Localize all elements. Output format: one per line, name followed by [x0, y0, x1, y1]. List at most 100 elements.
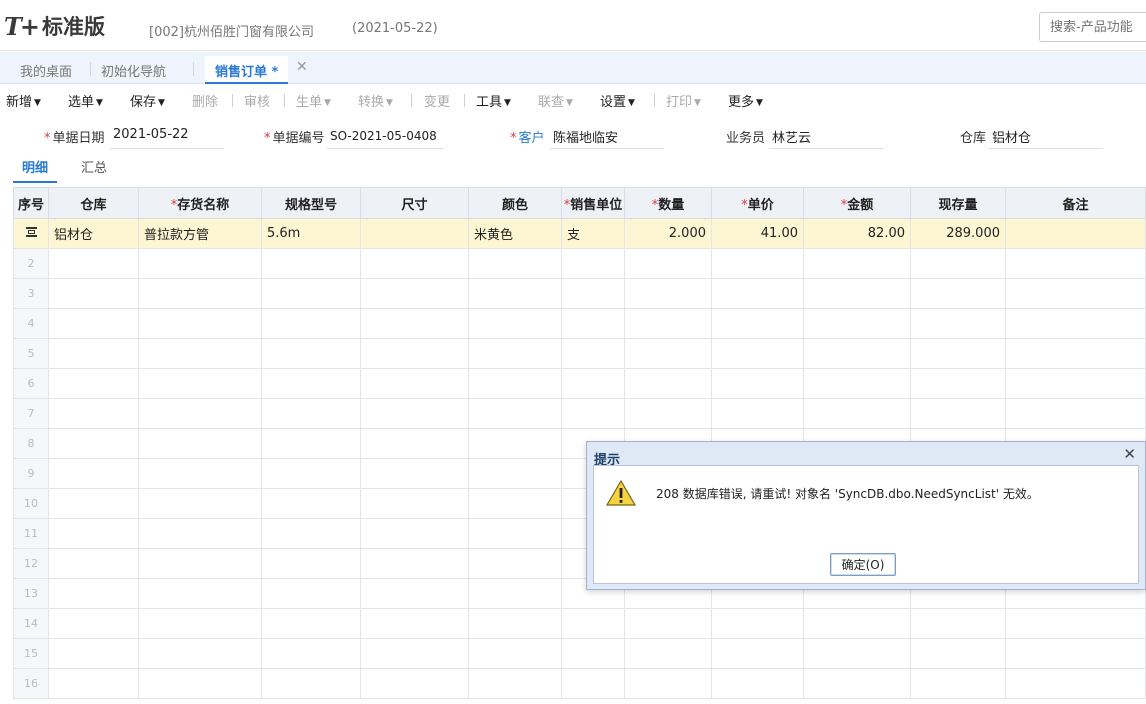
grid-cell[interactable] [138, 338, 262, 369]
close-icon[interactable]: ✕ [1123, 445, 1136, 463]
grid-cell[interactable] [48, 518, 139, 549]
grid-cell[interactable] [138, 608, 262, 639]
grid-cell[interactable] [261, 518, 361, 549]
table-row[interactable]: 16 [13, 668, 1146, 699]
grid-cell[interactable] [360, 248, 469, 279]
grid-cell[interactable] [261, 458, 361, 489]
grid-cell[interactable] [138, 398, 262, 429]
table-row[interactable]: 6 [13, 368, 1146, 399]
subtab-summary[interactable]: 汇总 [81, 157, 107, 176]
grid-cell[interactable] [1005, 668, 1146, 699]
grid-cell[interactable] [1005, 308, 1146, 339]
grid-cell[interactable] [1005, 278, 1146, 309]
grid-cell[interactable] [468, 578, 562, 609]
grid-cell[interactable] [1005, 608, 1146, 639]
more-button[interactable]: 更多 ▼ [728, 91, 763, 110]
grid-cell[interactable] [468, 608, 562, 639]
grid-cell[interactable] [360, 338, 469, 369]
grid-cell[interactable] [261, 548, 361, 579]
grid-cell[interactable] [711, 278, 804, 309]
grid-cell[interactable] [138, 308, 262, 339]
table-row[interactable]: 14 [13, 608, 1146, 639]
grid-cell[interactable] [624, 668, 712, 699]
print-button[interactable]: 打印 ▼ [666, 91, 701, 110]
grid-cell[interactable] [48, 488, 139, 519]
salesperson-input[interactable]: 林艺云 [769, 127, 883, 149]
table-row[interactable]: 2 [13, 248, 1146, 279]
grid-cell[interactable] [624, 398, 712, 429]
grid-cell[interactable] [624, 608, 712, 639]
grid-cell[interactable] [48, 638, 139, 669]
table-row[interactable]: 3 [13, 278, 1146, 309]
grid-cell[interactable] [138, 638, 262, 669]
grid-cell[interactable] [910, 668, 1006, 699]
grid-cell[interactable] [48, 458, 139, 489]
grid-cell[interactable] [803, 668, 911, 699]
grid-cell[interactable] [138, 668, 262, 699]
grid-cell[interactable] [711, 368, 804, 399]
grid-cell[interactable] [138, 488, 262, 519]
grid-cell[interactable] [910, 638, 1006, 669]
cell-item-name[interactable]: 普拉款方管 [138, 218, 262, 249]
table-row[interactable]: 5 [13, 338, 1146, 369]
audit-button[interactable]: 审核 [244, 91, 270, 110]
customer-label[interactable]: 客户 [519, 131, 545, 146]
cell-size[interactable] [360, 218, 469, 249]
close-icon[interactable]: ✕ [296, 59, 308, 75]
grid-cell[interactable] [711, 608, 804, 639]
grid-cell[interactable] [910, 608, 1006, 639]
grid-cell[interactable] [48, 278, 139, 309]
grid-cell[interactable] [803, 398, 911, 429]
grid-cell[interactable] [360, 608, 469, 639]
grid-cell[interactable] [468, 458, 562, 489]
grid-cell[interactable] [711, 248, 804, 279]
generate-button[interactable]: 生单 ▼ [296, 91, 331, 110]
grid-cell[interactable] [803, 248, 911, 279]
new-button[interactable]: 新增 ▼ [6, 91, 41, 110]
grid-cell[interactable] [360, 368, 469, 399]
grid-cell[interactable] [261, 668, 361, 699]
grid-cell[interactable] [261, 338, 361, 369]
select-button[interactable]: 选单 ▼ [68, 91, 103, 110]
grid-cell[interactable] [1005, 398, 1146, 429]
grid-cell[interactable] [624, 338, 712, 369]
grid-cell[interactable] [624, 248, 712, 279]
grid-cell[interactable] [468, 548, 562, 579]
grid-cell[interactable] [561, 308, 625, 339]
grid-cell[interactable] [360, 278, 469, 309]
grid-cell[interactable] [624, 278, 712, 309]
grid-cell[interactable] [624, 368, 712, 399]
grid-cell[interactable] [48, 338, 139, 369]
save-button[interactable]: 保存 ▼ [130, 91, 165, 110]
grid-cell[interactable] [138, 428, 262, 459]
grid-cell[interactable] [138, 578, 262, 609]
grid-cell[interactable] [138, 458, 262, 489]
grid-cell[interactable] [261, 428, 361, 459]
cell-color[interactable]: 米黄色 [468, 218, 562, 249]
subtab-detail[interactable]: 明细 [13, 157, 58, 183]
grid-cell[interactable] [261, 308, 361, 339]
grid-cell[interactable] [468, 428, 562, 459]
grid-cell[interactable] [910, 308, 1006, 339]
search-input[interactable] [1039, 12, 1146, 42]
grid-cell[interactable] [1005, 638, 1146, 669]
grid-cell[interactable] [711, 338, 804, 369]
grid-cell[interactable] [48, 308, 139, 339]
cell-remark[interactable] [1005, 218, 1146, 249]
grid-cell[interactable] [138, 518, 262, 549]
grid-cell[interactable] [561, 368, 625, 399]
grid-cell[interactable] [803, 278, 911, 309]
grid-cell[interactable] [261, 248, 361, 279]
tab-init-guide[interactable]: 初始化导航 [101, 61, 166, 80]
grid-cell[interactable] [1005, 248, 1146, 279]
grid-cell[interactable] [360, 428, 469, 459]
grid-cell[interactable] [910, 338, 1006, 369]
grid-cell[interactable] [360, 458, 469, 489]
grid-cell[interactable] [561, 638, 625, 669]
grid-cell[interactable] [138, 278, 262, 309]
grid-cell[interactable] [910, 248, 1006, 279]
grid-cell[interactable] [138, 248, 262, 279]
cell-amount[interactable]: 82.00 [803, 218, 911, 249]
grid-cell[interactable] [48, 428, 139, 459]
doc-date-input[interactable]: 2021-05-22 [110, 127, 224, 149]
